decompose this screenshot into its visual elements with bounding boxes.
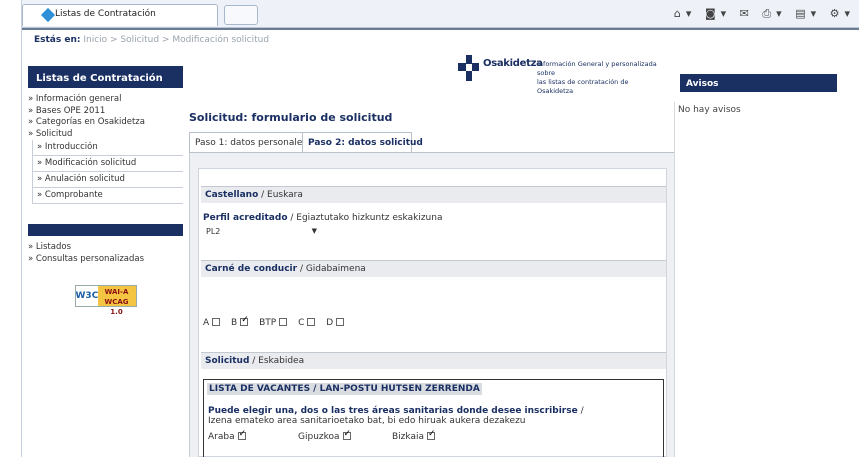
area-gipuzkoa-checkbox[interactable] [342, 429, 351, 440]
section-idioma-title: Castellano [205, 190, 259, 200]
new-tab-button[interactable] [224, 5, 258, 25]
logo-desc-line2: las listas de contratación de Osakidetza [537, 78, 629, 95]
tab-paso-2[interactable]: Paso 2: datos solicitud [302, 132, 423, 153]
sidebar-item-bases-ope[interactable]: » Bases OPE 2011 [28, 106, 183, 118]
areas-question-sep: / [577, 406, 584, 416]
print-icon[interactable]: ⎙▾ [762, 7, 786, 21]
areas-question-euskara: Izena emateko area sanitarioetako bat, b… [208, 416, 526, 426]
wai-badge[interactable]: W3C WAI-A WCAG 1.0 [74, 285, 137, 316]
form-card: Castellano / Euskara Perfil acreditado /… [198, 168, 667, 457]
sidebar-submenu: » Introducción » Modificación solicitud … [32, 140, 183, 204]
wai-level: WAI-A [104, 288, 129, 296]
vacantes-box: LISTA DE VACANTES / LAN-POSTU HUTSEN ZER… [203, 379, 664, 457]
section-carne-subtitle: / Gidabaimena [297, 264, 366, 274]
sidebar-item-solicitud[interactable]: » Solicitud [28, 129, 183, 141]
area-gipuzkoa-label: Gipuzkoa [298, 432, 340, 442]
site-icon [40, 7, 56, 23]
osakidetza-logo-icon [458, 55, 479, 81]
area-araba-label: Araba [208, 432, 235, 442]
section-idioma: Castellano / Euskara [201, 186, 666, 203]
area-bizkaia-label: Bizkaia [392, 432, 424, 442]
home-icon[interactable]: ⌂▾ [674, 7, 697, 20]
sidebar-item-informacion-general[interactable]: » Información general [28, 94, 183, 106]
sidebar-subitem-introduccion[interactable]: » Introducción [33, 140, 183, 156]
area-araba: Araba [208, 429, 254, 442]
sidebar-subitem-anulacion[interactable]: » Anulación solicitud [33, 172, 183, 188]
rss-icon[interactable]: ◙▾ [705, 7, 731, 20]
left-frame [0, 0, 22, 457]
area-gipuzkoa: Gipuzkoa [298, 429, 359, 442]
w3c-logo: W3C [75, 286, 98, 306]
form-panel: Castellano / Euskara Perfil acreditado /… [189, 153, 674, 457]
areas-question-bold: Puede elegir una, dos o las tres áreas s… [208, 406, 578, 416]
tools-icon[interactable]: ⚙▾ [830, 7, 855, 20]
logo-desc-line1: Información General y personalizada sobr… [537, 60, 657, 77]
vacantes-title: LISTA DE VACANTES / LAN-POSTU HUTSEN ZER… [207, 383, 482, 395]
areas-question: Puede elegir una, dos o las tres áreas s… [208, 406, 584, 426]
perfil-label-bold: Perfil acreditado [203, 213, 288, 223]
wai-label: WAI-A WCAG 1.0 [97, 286, 136, 316]
area-araba-checkbox[interactable] [237, 429, 246, 440]
sidebar-title: Listas de Contratación [28, 66, 183, 88]
avisos-empty: No hay avisos [678, 105, 741, 115]
sidebar-subitem-modificacion[interactable]: » Modificación solicitud [33, 156, 183, 172]
license-c-checkbox[interactable] [307, 318, 316, 326]
logo-description: Información General y personalizada sobr… [537, 60, 665, 96]
license-d-label: D [326, 318, 334, 328]
license-b-label: B [231, 318, 238, 328]
left-sidebar: Listas de Contratación » Información gen… [28, 66, 183, 316]
section-carne-title: Carné de conducir [205, 264, 298, 274]
page-icon[interactable]: ▤▾ [795, 7, 821, 20]
sidebar-subitem-comprobante[interactable]: » Comprobante [33, 188, 183, 204]
license-b-checkbox[interactable] [240, 315, 249, 326]
area-bizkaia: Bizkaia [392, 429, 443, 442]
license-a-label: A [203, 318, 210, 328]
top-divider [22, 28, 859, 30]
section-solicitud: Solicitud / Eskabidea [201, 352, 666, 369]
tab-title: Listas de Contratación [55, 9, 156, 19]
logo-name: Osakidetza [483, 58, 543, 69]
perfil-label: Perfil acreditado / Egiaztutako hizkuntz… [203, 213, 442, 223]
sidebar-item-consultas[interactable]: » Consultas personalizadas [28, 254, 183, 266]
browser-tab[interactable]: Listas de Contratación [22, 4, 218, 26]
breadcrumb-path[interactable]: Inicio > Solicitud > Modificación solici… [83, 35, 269, 45]
license-c-label: C [298, 318, 305, 328]
license-a-checkbox[interactable] [212, 318, 221, 326]
command-bar: ⌂▾ ◙▾ ✉ ⎙▾ ▤▾ ⚙▾ [674, 7, 855, 21]
right-column-separator [674, 102, 675, 457]
perfil-select-value: PL2 [206, 227, 221, 236]
tab-paso-1[interactable]: Paso 1: datos personales [189, 132, 313, 153]
sidebar-item-listados[interactable]: » Listados [28, 242, 183, 254]
sidebar-item-categorias[interactable]: » Categorías en Osakidetza [28, 117, 183, 129]
chevron-down-icon: ▼ [311, 227, 317, 235]
mail-icon[interactable]: ✉ [740, 7, 754, 20]
section-solicitud-title: Solicitud [205, 356, 250, 366]
wcag-version: WCAG 1.0 [104, 298, 129, 316]
browser-toolbar: ★ Listas de Contratación ⌂▾ ◙▾ ✉ ⎙▾ ▤▾ ⚙… [0, 0, 859, 28]
section-carne: Carné de conducir / Gidabaimena [201, 260, 666, 277]
section-idioma-subtitle: / Euskara [258, 190, 303, 200]
page-title: Solicitud: formulario de solicitud [189, 111, 393, 124]
breadcrumb: Estás en: Inicio > Solicitud > Modificac… [34, 35, 269, 45]
perfil-label-rest: / Egiaztutako hizkuntz eskakizuna [287, 213, 443, 223]
section-solicitud-subtitle: / Eskabidea [249, 356, 305, 366]
breadcrumb-lead: Estás en: [34, 35, 81, 45]
license-checkboxes: A B BTP C D [203, 315, 352, 328]
license-d-checkbox[interactable] [336, 318, 345, 326]
avisos-title: Avisos [680, 74, 837, 92]
perfil-select[interactable]: PL2 ▼ [203, 226, 323, 238]
license-btp-label: BTP [259, 318, 277, 328]
area-bizkaia-checkbox[interactable] [426, 429, 436, 440]
license-btp-checkbox[interactable] [279, 318, 288, 326]
sidebar-divider-bar [28, 224, 183, 236]
